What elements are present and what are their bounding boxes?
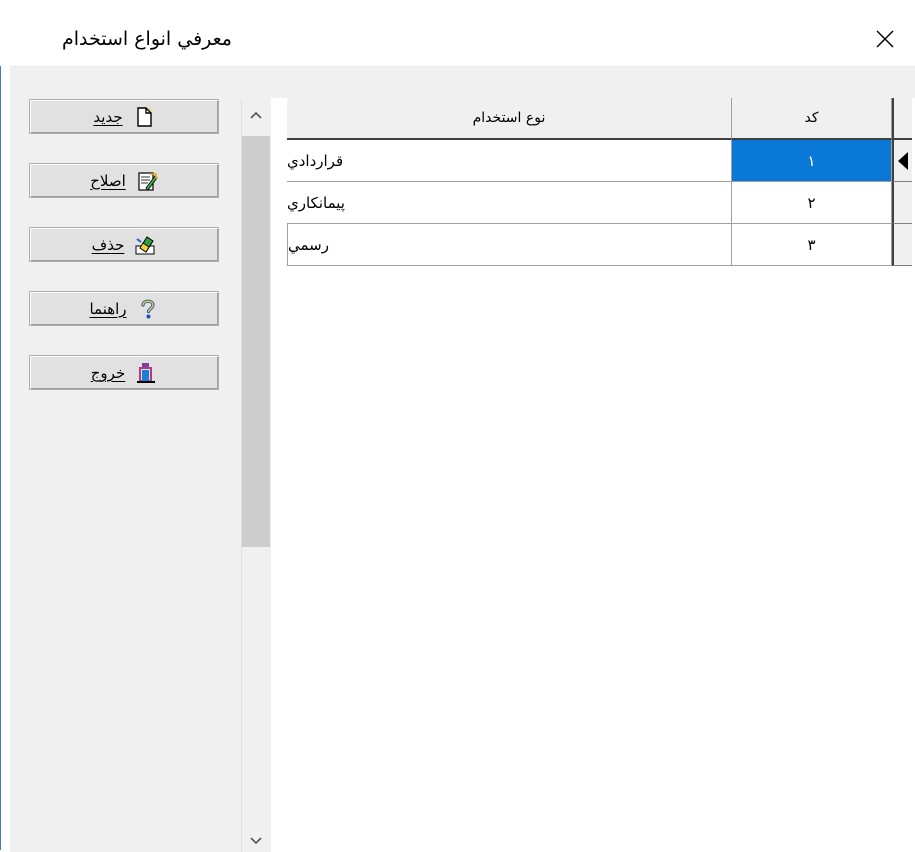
vertical-scrollbar[interactable] [241,98,270,852]
exit-button-label: خروج [90,363,126,382]
question-mark-icon [140,299,155,318]
exit-door-icon [137,362,156,383]
scroll-up-arrow-icon[interactable] [249,110,263,120]
column-header-code[interactable]: کد [732,98,892,140]
cell-code[interactable]: ۱ [732,140,892,182]
close-icon[interactable] [872,26,898,52]
delete-button-label: حذف [91,235,125,254]
cell-code[interactable]: ۳ [732,224,892,266]
column-header-type[interactable]: نوع استخدام [287,98,732,140]
new-button-label: جديد [93,107,123,126]
row-selector[interactable] [892,140,912,182]
title-bar[interactable]: معرفي انواع استخدام [0,0,915,66]
new-document-icon [136,106,152,127]
scroll-down-arrow-icon[interactable] [249,836,263,846]
edit-button[interactable]: اصلاح [29,163,219,198]
scrollbar-thumb[interactable] [242,136,270,547]
new-button[interactable]: جديد [29,99,219,134]
edit-document-icon [138,171,158,191]
window-title: معرفي انواع استخدام [61,28,232,50]
table-row[interactable]: قراردادي ۱ [271,140,915,182]
cell-type[interactable]: رسمي [287,224,732,266]
eraser-icon [135,235,155,254]
data-grid[interactable]: نوع استخدام کد قراردادي ۱ پيمانكاري ۲ رس… [271,98,915,852]
delete-button[interactable]: حذف [29,227,219,262]
current-row-arrow-icon [898,152,908,170]
table-row[interactable]: پيمانكاري ۲ [271,182,915,224]
row-selector[interactable] [892,224,912,266]
form-body: جديد اصلاح حذف راهنما خروج نوع استخدام ک… [10,66,915,852]
table-row[interactable]: رسمي ۳ [271,224,915,266]
cell-type[interactable]: قراردادي [287,140,732,182]
cell-type[interactable]: پيمانكاري [287,182,732,224]
edit-button-label: اصلاح [90,171,126,190]
row-indicator-header [892,98,912,140]
help-button[interactable]: راهنما [29,291,219,326]
exit-button[interactable]: خروج [29,355,219,390]
help-button-label: راهنما [89,299,127,318]
cell-code[interactable]: ۲ [732,182,892,224]
row-selector[interactable] [892,182,912,224]
